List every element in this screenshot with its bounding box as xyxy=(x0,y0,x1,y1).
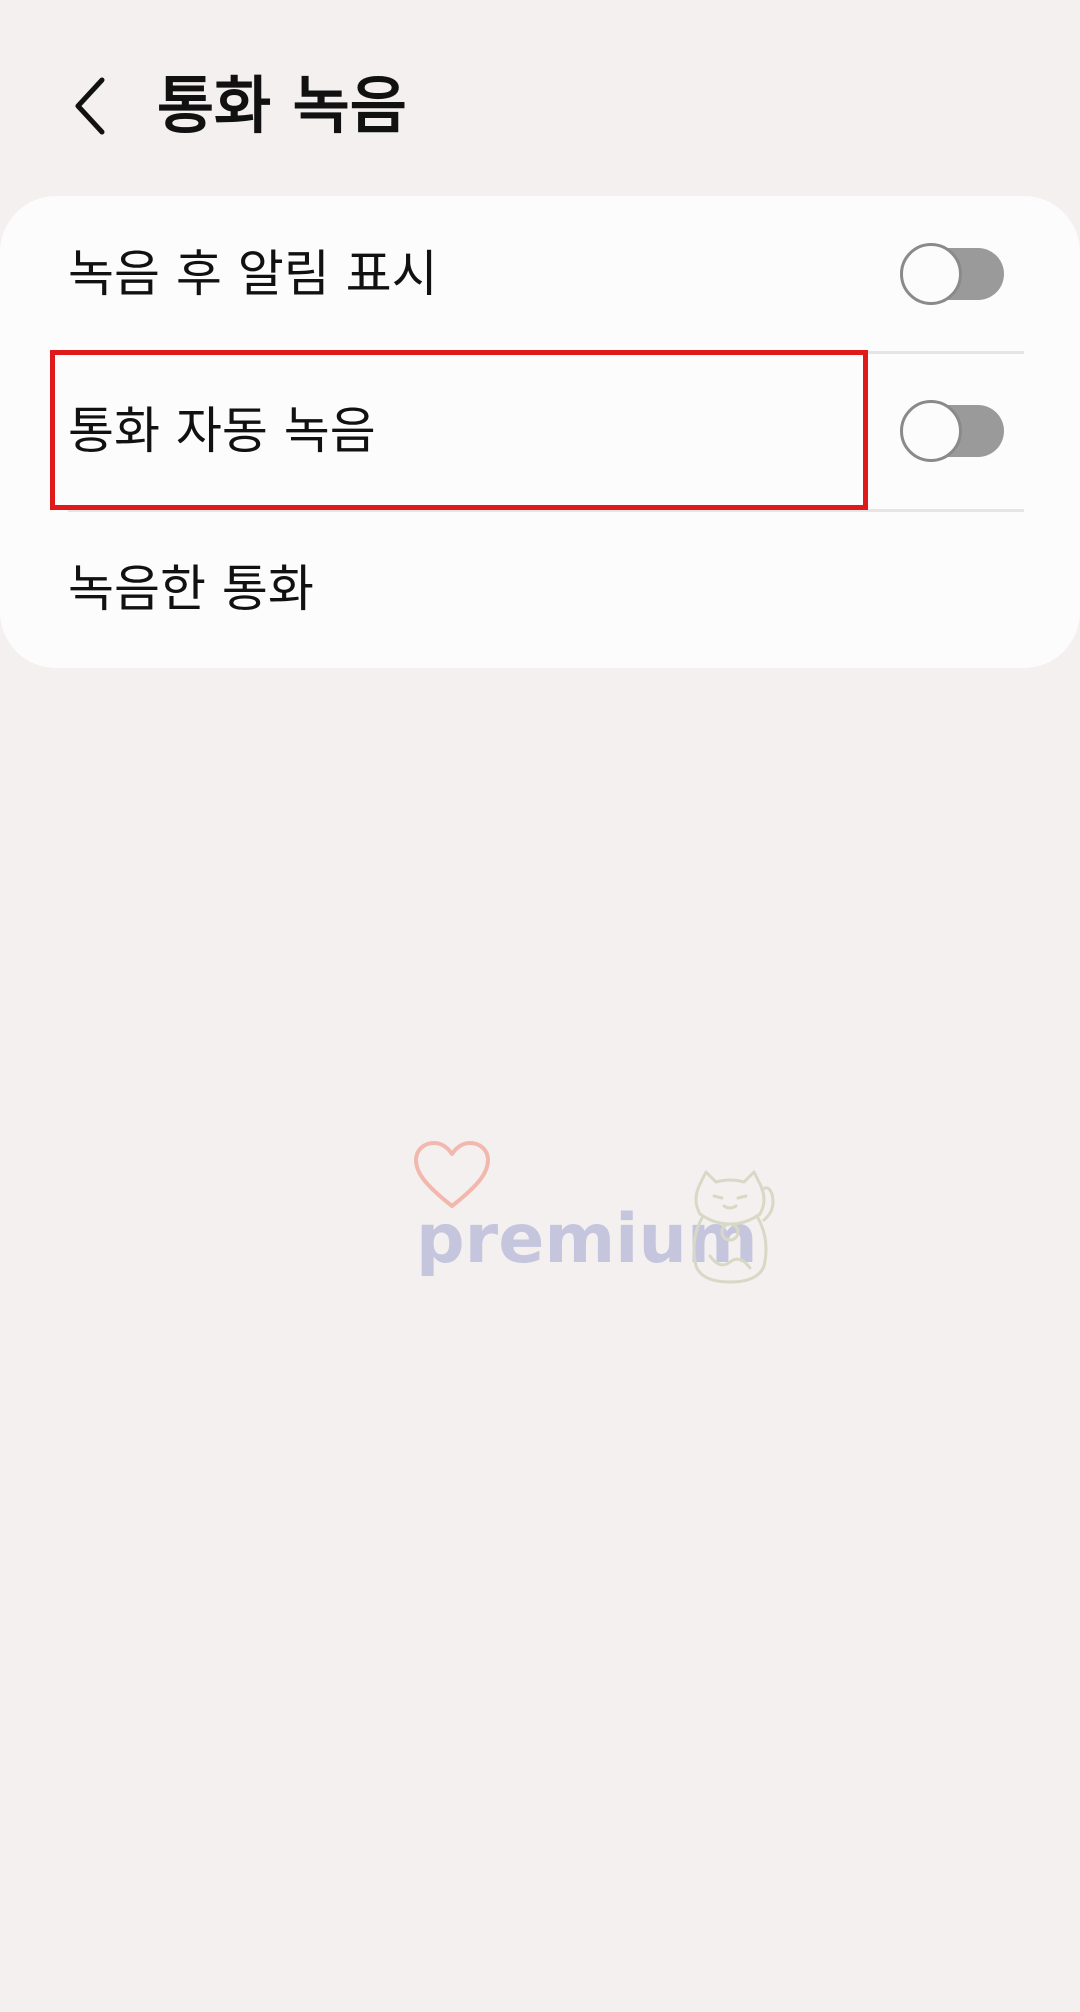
chevron-left-icon xyxy=(75,77,105,135)
auto-record-calls-toggle[interactable] xyxy=(900,400,1004,462)
setting-label-notify-after-recording: 녹음 후 알림 표시 xyxy=(68,245,438,303)
lucky-cat-icon xyxy=(692,1170,775,1284)
app-header: 통화 녹음 xyxy=(0,0,1080,200)
watermark: premium xyxy=(408,1140,788,1290)
notify-after-recording-toggle[interactable] xyxy=(900,243,1004,305)
setting-label-recorded-calls: 녹음한 통화 xyxy=(68,560,314,618)
toggle-knob xyxy=(900,400,962,462)
setting-row-recorded-calls[interactable]: 녹음한 통화 xyxy=(0,511,1080,668)
back-button[interactable] xyxy=(62,66,118,146)
highlight-box xyxy=(50,350,868,510)
page-title: 통화 녹음 xyxy=(157,69,407,142)
toggle-knob xyxy=(900,243,962,305)
setting-row-notify-after-recording[interactable]: 녹음 후 알림 표시 xyxy=(0,196,1080,353)
